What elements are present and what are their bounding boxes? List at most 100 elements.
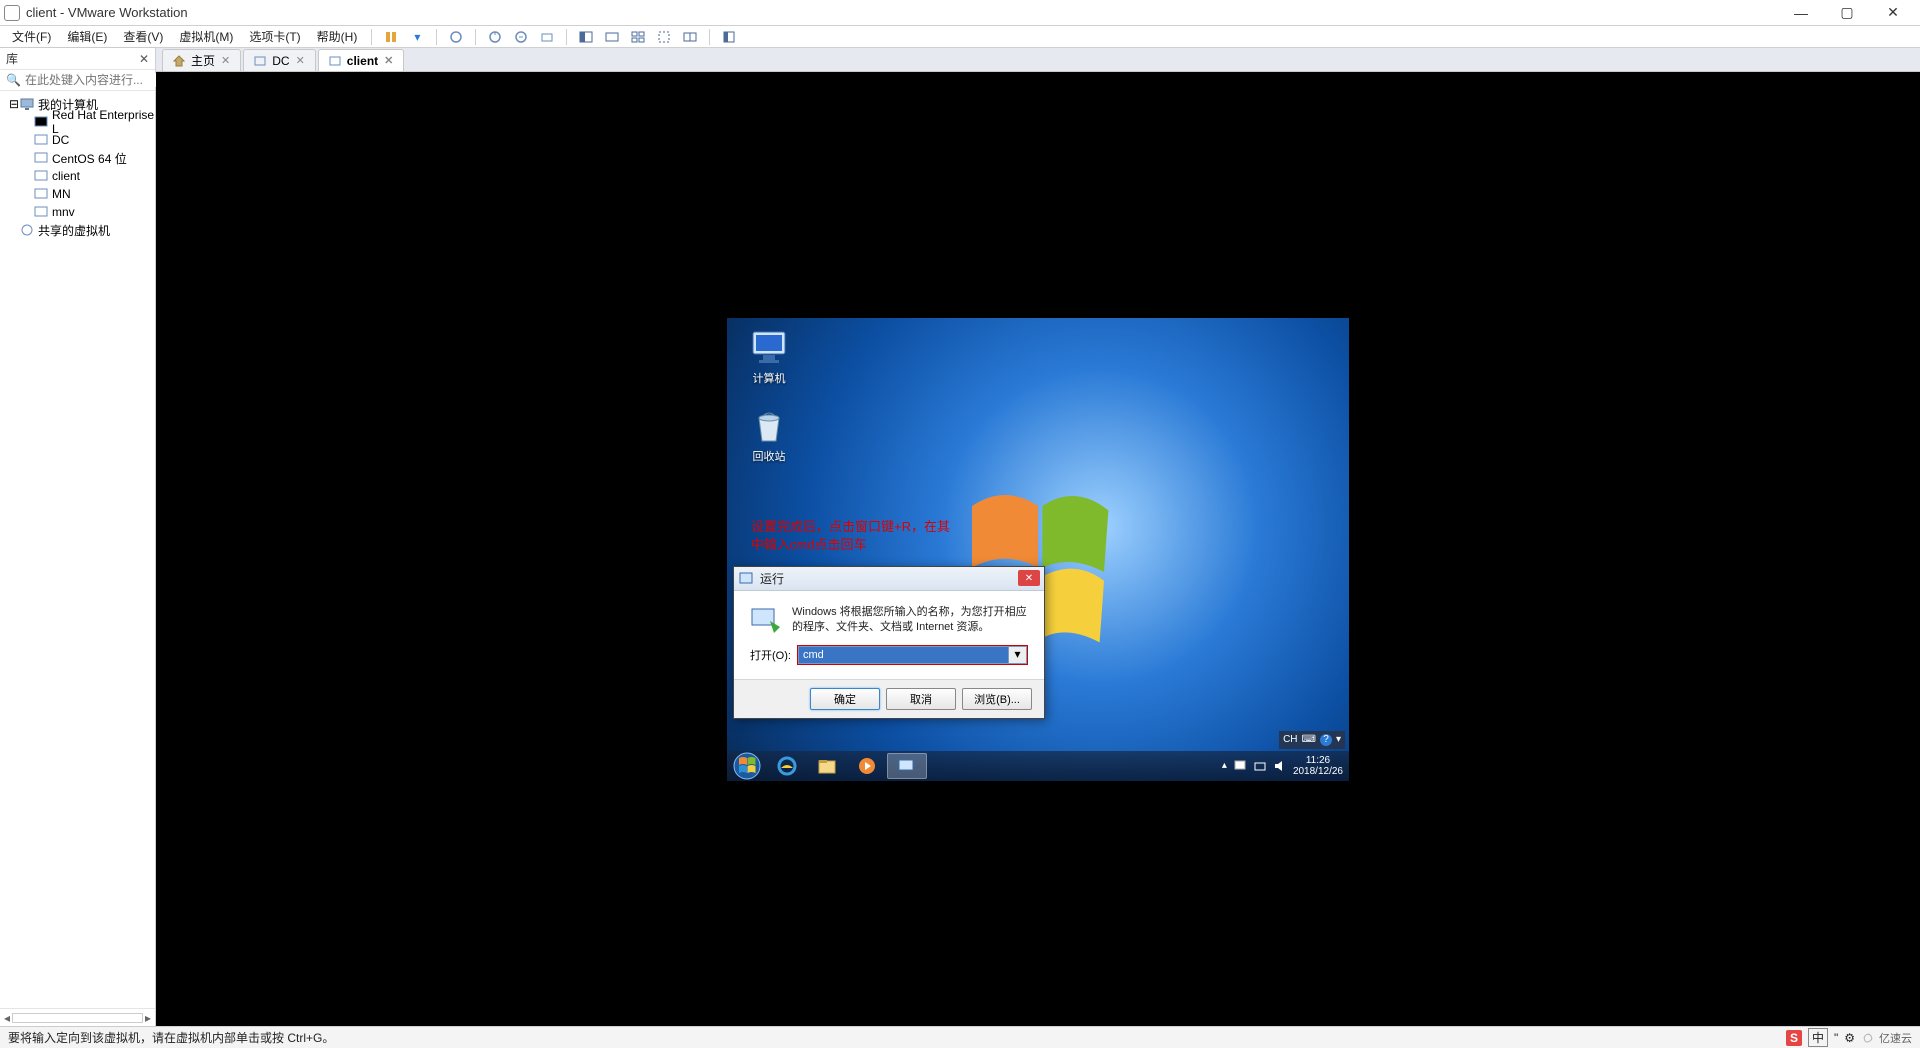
run-icon — [738, 570, 754, 586]
ime-punct-icon[interactable]: " — [1834, 1031, 1838, 1045]
vm-icon — [254, 55, 266, 67]
sidebar-title: 库 — [6, 50, 139, 67]
home-icon — [173, 55, 185, 67]
snapshot-revert-icon[interactable] — [537, 27, 557, 47]
language-bar[interactable]: CH ⌨ ? ▾ — [1279, 731, 1345, 749]
lang-indicator[interactable]: CH — [1283, 734, 1297, 745]
snapshot-icon[interactable] — [485, 27, 505, 47]
run-dropdown-icon[interactable]: ▾ — [1008, 647, 1026, 663]
run-dialog-description: Windows 将根据您所输入的名称，为您打开相应的程序、文件夹、文档或 Int… — [792, 605, 1028, 637]
stretch-icon[interactable] — [654, 27, 674, 47]
tray-time-text: 11:26 — [1293, 755, 1343, 766]
computer-icon — [20, 97, 34, 111]
tree-vm-mnv[interactable]: mnv — [0, 203, 155, 221]
thumbnail-icon[interactable] — [628, 27, 648, 47]
statusbar: 要将输入定向到该虚拟机，请在虚拟机内部单击或按 Ctrl+G。 S 中 " ⚙ … — [0, 1026, 1920, 1048]
minimize-button[interactable]: — — [1778, 0, 1824, 26]
tray-flag-icon[interactable] — [1233, 759, 1247, 773]
tab-close-icon[interactable]: ✕ — [384, 54, 393, 67]
titlebar: client - VMware Workstation — ▢ ✕ — [0, 0, 1920, 26]
sidebar-scrollbar[interactable]: ◂ ▸ — [0, 1008, 155, 1026]
ime-lang[interactable]: 中 — [1808, 1028, 1828, 1047]
vmware-icon — [4, 5, 20, 21]
tab-label: 主页 — [191, 52, 215, 69]
unity-icon[interactable] — [602, 27, 622, 47]
menu-tabs[interactable]: 选项卡(T) — [241, 26, 308, 47]
run-browse-button[interactable]: 浏览(B)... — [962, 688, 1032, 710]
run-dialog-title: 运行 — [760, 570, 1018, 587]
maximize-button[interactable]: ▢ — [1824, 0, 1870, 26]
tree-vm-redhat[interactable]: Red Hat Enterprise L — [0, 113, 155, 131]
run-cancel-button[interactable]: 取消 — [886, 688, 956, 710]
menu-edit[interactable]: 编辑(E) — [59, 26, 115, 47]
vm-icon — [34, 115, 48, 129]
tree-vm-label: DC — [52, 133, 69, 147]
tree-vm-client[interactable]: client — [0, 167, 155, 185]
tab-close-icon[interactable]: ✕ — [221, 54, 230, 67]
tree-vm-label: client — [52, 169, 80, 183]
desktop-icon-label: 计算机 — [741, 370, 797, 386]
ime-icon[interactable]: ⌨ — [1302, 734, 1316, 745]
search-icon: 🔍 — [6, 73, 21, 87]
run-open-input[interactable] — [799, 647, 1008, 663]
fullscreen-icon[interactable] — [576, 27, 596, 47]
multi-monitor-icon[interactable] — [680, 27, 700, 47]
taskbar-run-icon[interactable] — [887, 753, 927, 779]
vm-icon — [34, 205, 48, 219]
desktop-icon-computer[interactable]: 计算机 — [741, 328, 797, 386]
tab-label: client — [347, 54, 378, 68]
run-open-label: 打开(O): — [750, 647, 791, 663]
tray-expand-icon[interactable]: ▴ — [1222, 760, 1227, 771]
vm-viewport[interactable]: 计算机 回收站 设置完成后，点击窗口键+R，在其中输入cmd点击回车 运行 ✕ — [156, 72, 1920, 1026]
tab-close-icon[interactable]: ✕ — [296, 54, 305, 67]
tree-shared-vms[interactable]: 共享的虚拟机 — [0, 221, 155, 239]
tray-clock[interactable]: 11:26 2018/12/26 — [1293, 755, 1343, 777]
menu-view[interactable]: 查看(V) — [115, 26, 171, 47]
connect-icon[interactable] — [446, 27, 466, 47]
run-close-button[interactable]: ✕ — [1018, 570, 1040, 586]
tray-network-icon[interactable] — [1253, 759, 1267, 773]
pause-icon[interactable] — [381, 27, 401, 47]
menu-vm[interactable]: 虚拟机(M) — [171, 26, 241, 47]
sidebar: 库 ✕ 🔍 ▾ ⊟ 我的计算机 Red Hat Enterprise L DC … — [0, 48, 156, 1026]
run-dialog-titlebar[interactable]: 运行 ✕ — [734, 567, 1044, 591]
run-ok-button[interactable]: 确定 — [810, 688, 880, 710]
sidebar-close-icon[interactable]: ✕ — [139, 52, 149, 66]
taskbar-ie-icon[interactable] — [767, 753, 807, 779]
library-icon[interactable] — [719, 27, 739, 47]
taskbar: ▴ 11:26 2018/12/26 — [727, 751, 1349, 781]
annotation-text: 设置完成后，点击窗口键+R，在其中输入cmd点击回车 — [751, 518, 961, 554]
vm-tree: ⊟ 我的计算机 Red Hat Enterprise L DC CentOS 6… — [0, 91, 155, 1008]
options-icon[interactable]: ▾ — [1336, 734, 1341, 745]
system-tray: ▴ 11:26 2018/12/26 — [1222, 755, 1343, 777]
vm-icon — [34, 133, 48, 147]
tab-home[interactable]: 主页 ✕ — [162, 49, 241, 71]
menubar: 文件(F) 编辑(E) 查看(V) 虚拟机(M) 选项卡(T) 帮助(H) ▾ — [0, 26, 1920, 48]
tree-vm-centos[interactable]: CentOS 64 位 — [0, 149, 155, 167]
start-button[interactable] — [727, 751, 767, 781]
guest-desktop[interactable]: 计算机 回收站 设置完成后，点击窗口键+R，在其中输入cmd点击回车 运行 ✕ — [727, 318, 1349, 781]
vm-icon — [329, 55, 341, 67]
tray-date-text: 2018/12/26 — [1293, 766, 1343, 777]
help-icon[interactable]: ? — [1320, 734, 1332, 746]
desktop-icon-recycle[interactable]: 回收站 — [741, 406, 797, 464]
desktop-icon-label: 回收站 — [741, 448, 797, 464]
menu-file[interactable]: 文件(F) — [4, 26, 59, 47]
tree-vm-label: MN — [52, 187, 71, 201]
menu-help[interactable]: 帮助(H) — [309, 26, 366, 47]
ime-badge[interactable]: S — [1786, 1030, 1802, 1046]
tab-client[interactable]: client ✕ — [318, 49, 405, 71]
tree-vm-mn[interactable]: MN — [0, 185, 155, 203]
dropdown-icon[interactable]: ▾ — [407, 27, 427, 47]
close-button[interactable]: ✕ — [1870, 0, 1916, 26]
window-title: client - VMware Workstation — [26, 5, 1778, 20]
snapshot-manager-icon[interactable] — [511, 27, 531, 47]
tray-volume-icon[interactable] — [1273, 759, 1287, 773]
tab-dc[interactable]: DC ✕ — [243, 49, 316, 71]
taskbar-media-icon[interactable] — [847, 753, 887, 779]
ime-settings-icon[interactable]: ⚙ — [1844, 1031, 1855, 1045]
run-body-icon — [750, 605, 782, 637]
vm-icon — [34, 151, 48, 165]
taskbar-explorer-icon[interactable] — [807, 753, 847, 779]
tab-label: DC — [272, 54, 289, 68]
